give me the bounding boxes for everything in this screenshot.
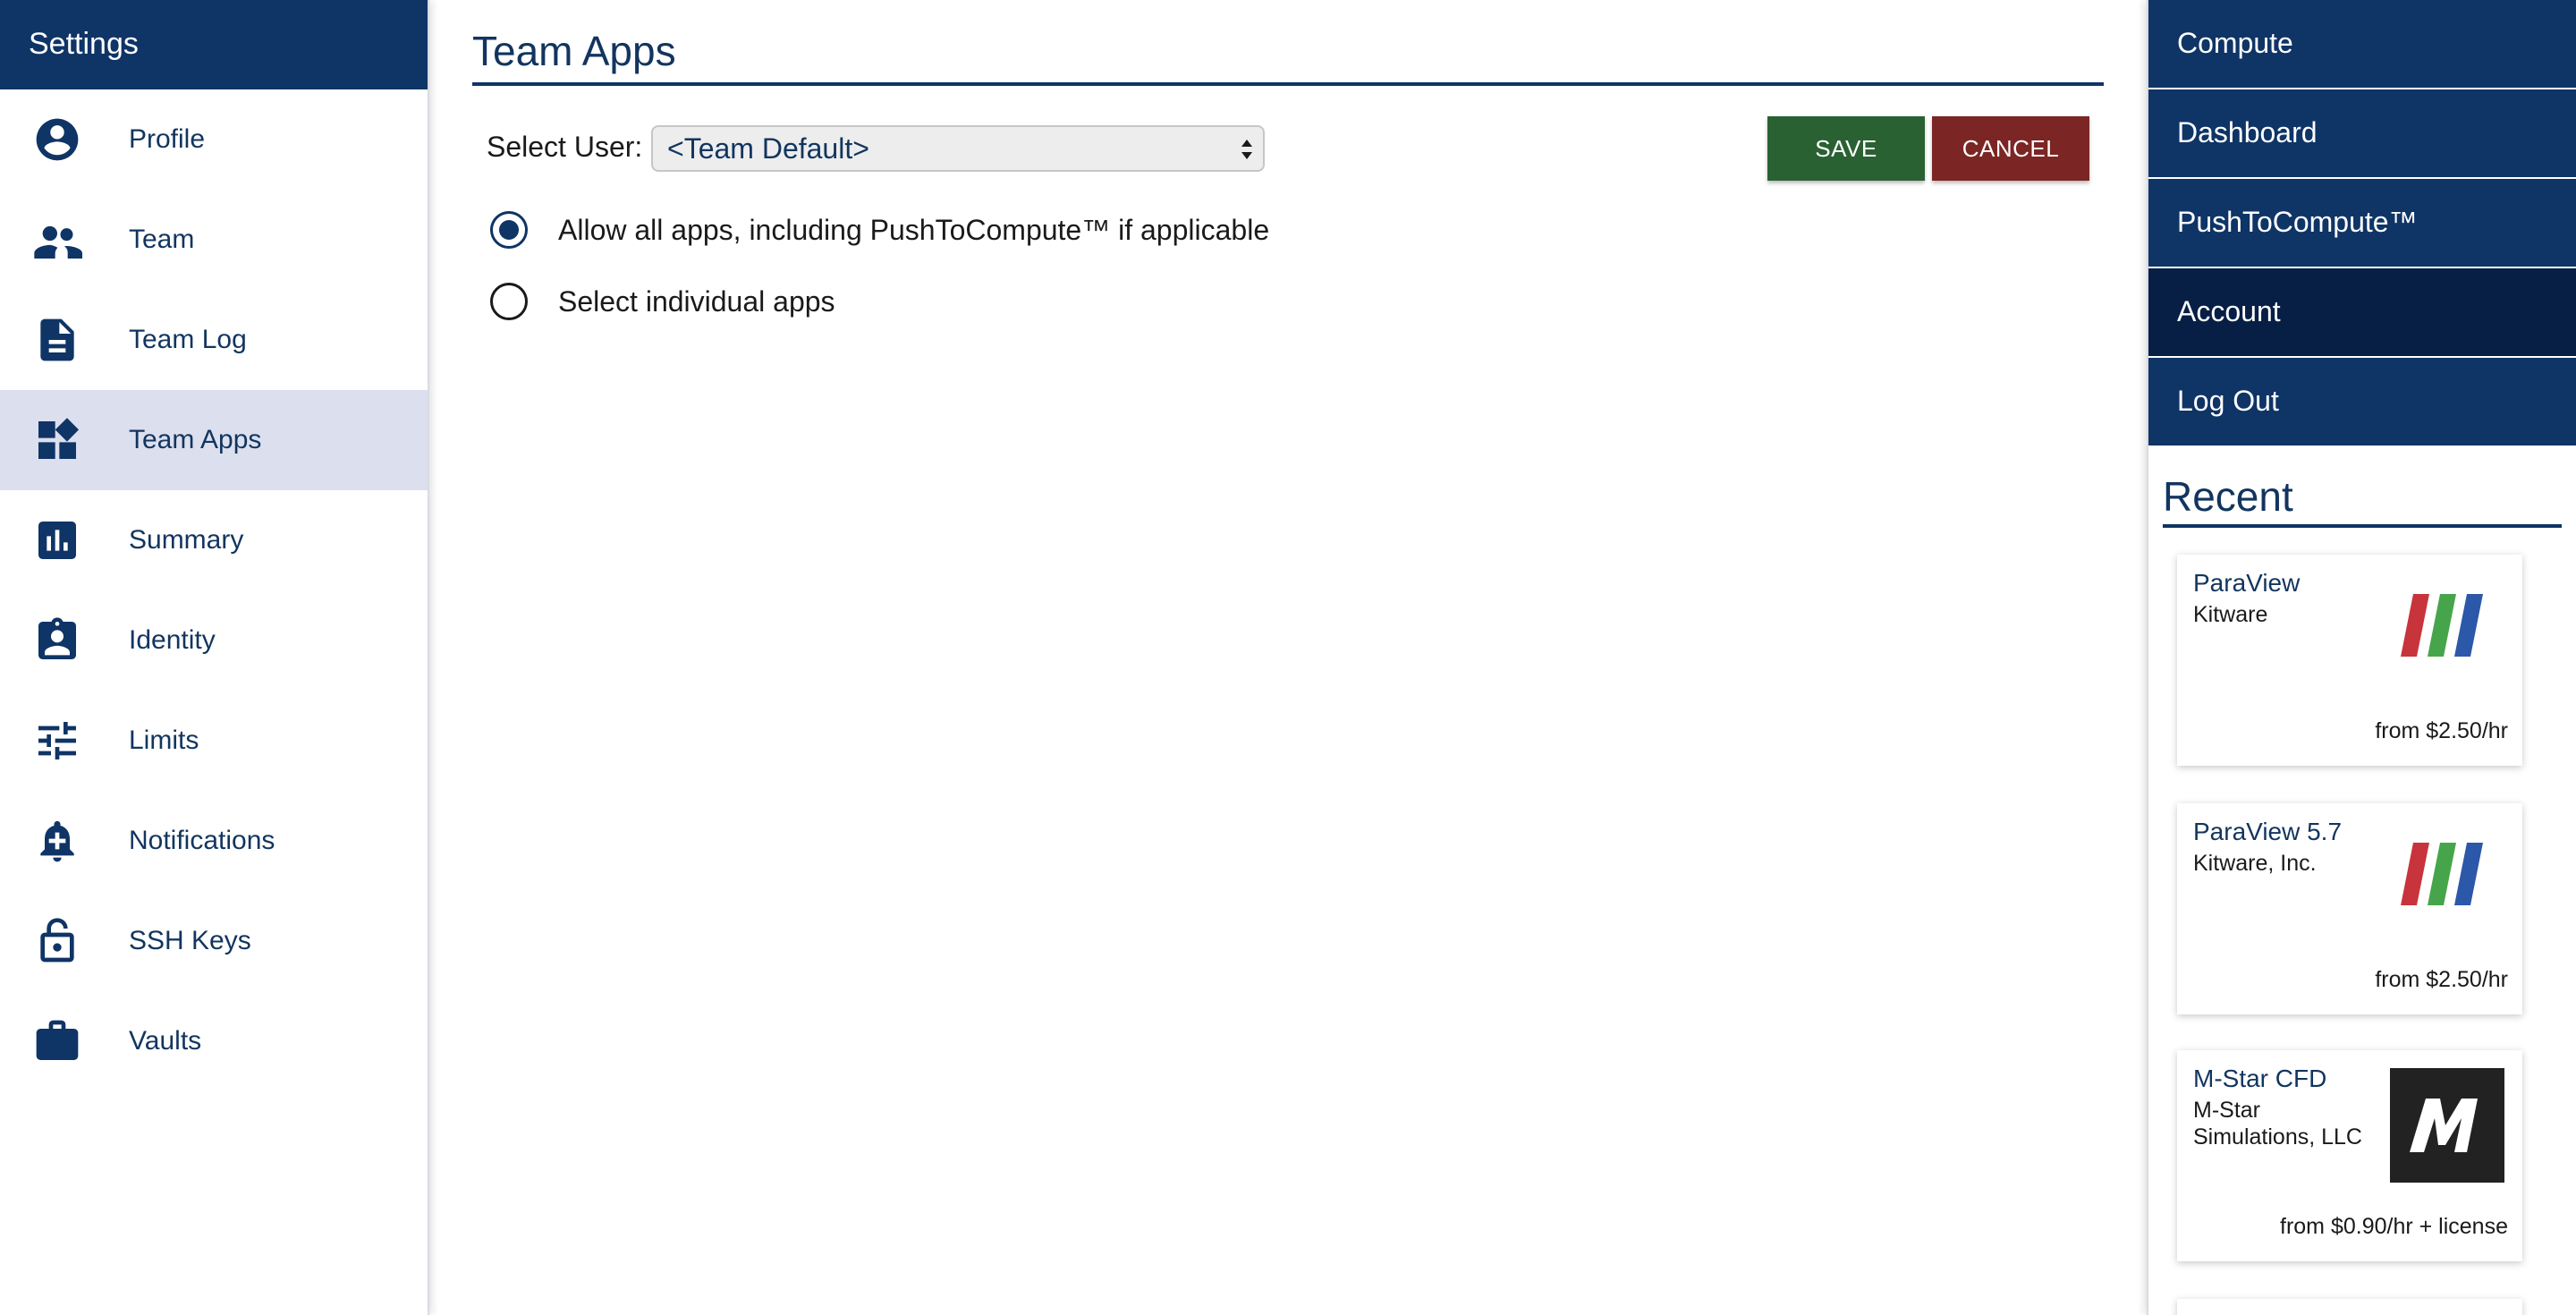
paraview-logo-icon [2401,843,2483,905]
card-price: from $2.50/hr [2375,718,2508,743]
card-vendor: Kitware [2193,602,2268,627]
sidebar-item-label: Notifications [129,826,275,855]
recent-app-card[interactable]: ParaView 5.7 Kitware, Inc. from $2.50/hr [2177,803,2522,1014]
sidebar-item-label: Team Log [129,325,247,354]
card-vendor: M-Star Simulations, LLC [2193,1098,2362,1150]
card-vendor: Kitware, Inc. [2193,851,2317,876]
option-label: Allow all apps, including PushToCompute™… [558,213,1270,246]
sidebar-item-label: Profile [129,124,206,154]
card-price: from $2.50/hr [2375,967,2508,992]
option-select-individual-apps[interactable]: Select individual apps [490,283,835,320]
badge-icon [0,590,129,691]
nav-account[interactable]: Account [2148,268,2576,356]
sidebar-item-limits[interactable]: Limits [0,691,428,791]
settings-sidebar: Settings Profile Team Team Log Team Apps… [0,0,429,1315]
mstar-logo-icon [2390,1068,2504,1183]
page-title: Team Apps [472,27,2104,86]
option-allow-all-apps[interactable]: Allow all apps, including PushToCompute™… [490,211,1269,249]
bar-chart-icon [0,490,129,590]
sliders-icon [0,691,129,791]
card-price: from $0.90/hr + license [2280,1214,2508,1239]
recent-app-card[interactable]: ParaView Kitware from $2.50/hr [2177,555,2522,766]
sidebar-item-label: SSH Keys [129,926,251,955]
select-arrows-icon [1241,140,1252,159]
recent-app-card[interactable]: M-Star CFD M-Star Simulations, LLC from … [2177,1050,2522,1261]
nav-pushtocompute[interactable]: PushToCompute™ [2148,179,2576,267]
people-icon [0,190,129,290]
option-label: Select individual apps [558,284,835,318]
user-select-value: <Team Default> [667,132,869,165]
sidebar-item-label: Summary [129,525,244,555]
main-content: Team Apps Select User: <Team Default> SA… [429,0,2147,1315]
unlock-icon [0,891,129,991]
right-panel: Compute Dashboard PushToCompute™ Account… [2147,0,2576,1315]
briefcase-icon [0,991,129,1091]
card-app-name: M-Star CFD [2193,1065,2327,1092]
card-app-name: ParaView [2193,569,2301,597]
bell-plus-icon [0,791,129,891]
sidebar-item-notifications[interactable]: Notifications [0,791,428,891]
sidebar-item-team[interactable]: Team [0,190,428,290]
sidebar-title: Settings [0,0,428,89]
sidebar-item-team-apps[interactable]: Team Apps [0,390,428,490]
sidebar-item-label: Limits [129,725,199,755]
nav-compute[interactable]: Compute [2148,0,2576,88]
save-button[interactable]: SAVE [1767,116,1925,181]
account-circle-icon [0,89,129,190]
paraview-logo-icon [2401,594,2483,657]
widgets-icon [0,390,129,490]
sidebar-item-label: Vaults [129,1026,202,1056]
nav-log-out[interactable]: Log Out [2148,358,2576,445]
cancel-button[interactable]: CANCEL [1932,116,2089,181]
sidebar-item-vaults[interactable]: Vaults [0,991,428,1091]
sidebar-item-label: Identity [129,625,216,655]
sidebar-item-label: Team [129,225,195,254]
card-app-name: ParaView 5.7 [2193,818,2343,845]
sidebar-item-ssh-keys[interactable]: SSH Keys [0,891,428,991]
select-user-label: Select User: [487,131,643,163]
sidebar-item-profile[interactable]: Profile [0,89,428,190]
radio-button[interactable] [490,283,528,320]
user-select[interactable]: <Team Default> [651,125,1265,172]
sidebar-item-identity[interactable]: Identity [0,590,428,691]
nav-dashboard[interactable]: Dashboard [2148,89,2576,177]
document-icon [0,290,129,390]
sidebar-item-team-log[interactable]: Team Log [0,290,428,390]
sidebar-item-summary[interactable]: Summary [0,490,428,590]
radio-button-checked[interactable] [490,211,528,249]
sidebar-item-label: Team Apps [129,425,262,454]
recent-app-card[interactable] [2177,1299,2522,1315]
recent-title: Recent [2163,472,2562,528]
